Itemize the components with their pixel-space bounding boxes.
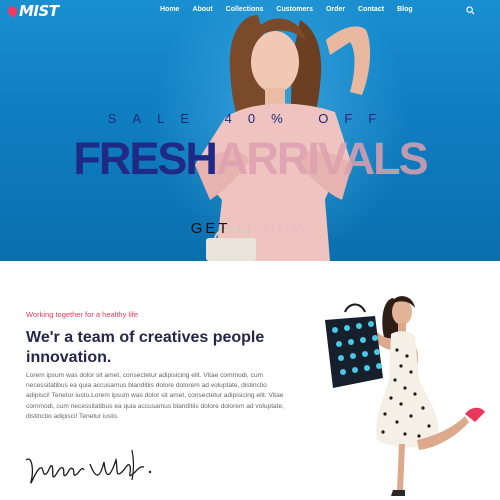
top-nav: MIST Home About Collections Customers Or… [0,0,500,22]
hero-cta-part1[interactable]: GET [191,220,238,237]
logo-drop-icon [5,4,20,18]
hero-banner: SALE 40% OFF FRESHARRIVALS GET IT NOW MI… [0,0,500,261]
nav-item-order[interactable]: Order [326,6,345,13]
nav-menu: Home About Collections Customers Order C… [160,6,426,13]
hero-cta-part2[interactable]: IT NOW [237,220,309,237]
nav-item-about[interactable]: About [192,6,212,13]
hero-title-part2: ARRIVALS [215,133,429,184]
nav-item-blog[interactable]: Blog [397,6,413,13]
hero-cta[interactable]: GET IT NOW [0,220,500,237]
nav-item-customers[interactable]: Customers [276,6,313,13]
signature-image [25,449,152,484]
about-heading: We'r a team of creatives people innovati… [26,329,265,366]
hero-title: FRESHARRIVALS [0,133,500,185]
nav-item-home[interactable]: Home [160,6,179,13]
model-with-bag-image [325,296,485,496]
nav-item-collections[interactable]: Collections [226,6,264,13]
hero-title-part1: FRESH [73,133,218,184]
search-icon[interactable] [466,6,475,15]
about-paragraph: Lorem ipsum was dolor sit amet, consecte… [26,372,285,420]
brand-logo[interactable]: MIST [5,2,59,20]
hero-sale-text: SALE 40% OFF [107,111,393,126]
nav-item-contact[interactable]: Contact [358,6,384,13]
about-kicker: Working together for a healthy life [26,310,139,319]
logo-text: MIST [19,2,59,20]
